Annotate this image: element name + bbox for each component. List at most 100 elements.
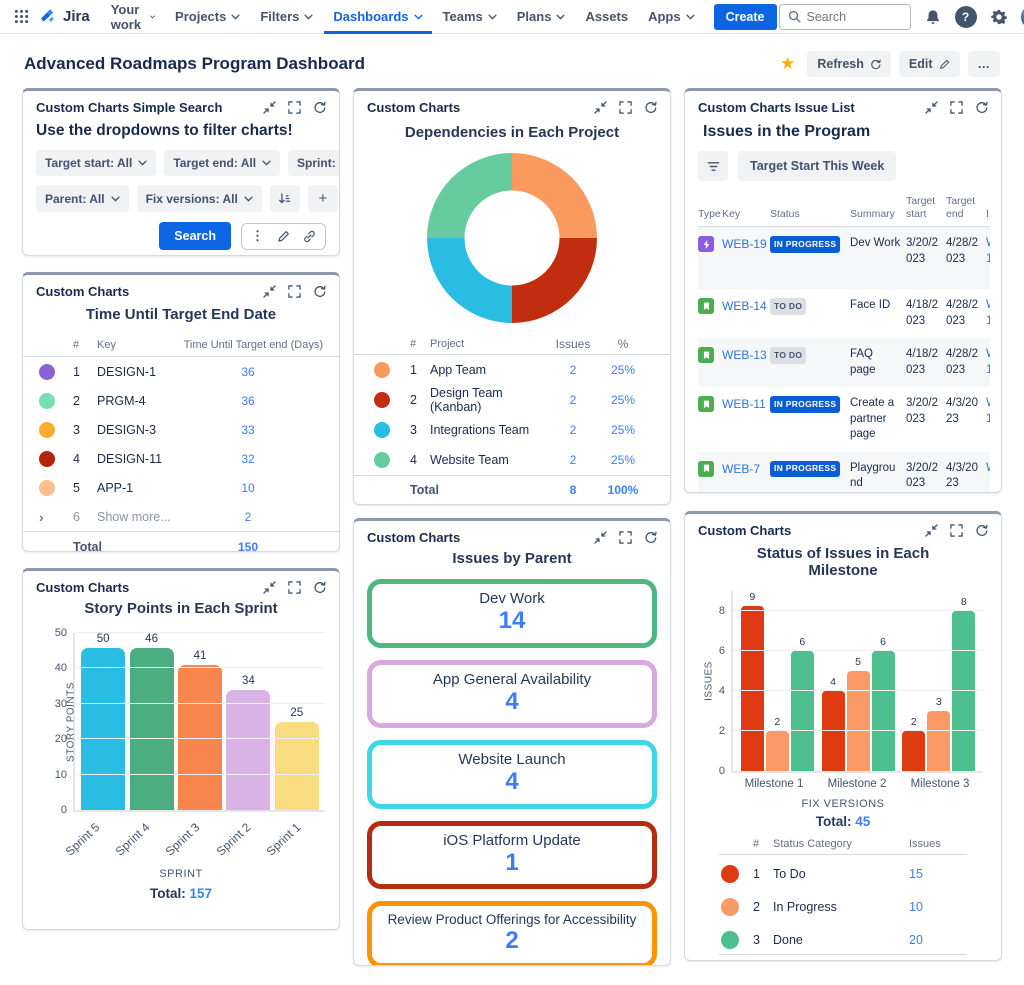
bar-value-label: 41 [194, 650, 207, 662]
notifications-bell-icon[interactable] [925, 9, 941, 25]
issue-row[interactable]: WEB-14 TO DO Face ID 4/18/2023 4/28/2023… [698, 289, 990, 338]
filter-target-start[interactable]: Target start: All [36, 150, 156, 176]
parent-card-review-accessibility[interactable]: Review Product Offerings for Accessibili… [367, 901, 657, 966]
fullscreen-icon[interactable] [288, 581, 301, 594]
add-filter-button[interactable]: + [308, 185, 338, 212]
refresh-icon[interactable] [313, 101, 326, 114]
favorite-star-icon[interactable]: ★ [780, 54, 795, 74]
minimize-icon[interactable] [263, 581, 276, 594]
fullscreen-icon[interactable] [619, 101, 632, 114]
filter-target-end[interactable]: Target end: All [164, 150, 280, 176]
widget-title: Custom Charts [367, 530, 460, 545]
bar-sprint-4[interactable] [130, 648, 174, 810]
bar-m2-inprogress[interactable] [847, 671, 870, 771]
filter-fix-versions[interactable]: Fix versions: All [137, 185, 262, 212]
global-search[interactable] [779, 4, 911, 30]
bar-m3-todo[interactable] [902, 731, 925, 771]
minimize-icon[interactable] [263, 285, 276, 298]
minimize-icon[interactable] [594, 531, 607, 544]
fullscreen-icon[interactable] [288, 285, 301, 298]
y-tick: 40 [55, 662, 67, 674]
settings-gear-icon[interactable] [991, 9, 1007, 25]
parent-card-dev-work[interactable]: Dev Work 14 [367, 579, 657, 648]
filter-parent[interactable]: Parent: All [36, 185, 129, 212]
app-switcher-icon[interactable] [14, 9, 29, 24]
minimize-icon[interactable] [594, 101, 607, 114]
legend-row: 1To Do15 [719, 859, 967, 888]
refresh-icon[interactable] [975, 101, 988, 114]
days-value[interactable]: 32 [173, 452, 323, 466]
issue-key-link[interactable]: WEB-13 [722, 347, 770, 363]
bar-sprint-2[interactable] [226, 690, 270, 810]
bar-m1-todo[interactable] [741, 606, 764, 771]
filter-icon [707, 160, 720, 173]
filter-button[interactable] [698, 151, 728, 181]
nav-dashboards[interactable]: Dashboards [324, 0, 431, 34]
create-button[interactable]: Create [714, 4, 777, 30]
sort-button[interactable] [270, 185, 300, 212]
saved-filter-pill[interactable]: Target Start This Week [738, 151, 896, 181]
issue-key-link[interactable]: WEB-7 [722, 461, 770, 477]
parent-card-app-ga[interactable]: App General Availability 4 [367, 660, 657, 729]
bar-m1-done[interactable] [791, 651, 814, 771]
nav-projects[interactable]: Projects [166, 0, 249, 34]
refresh-icon[interactable] [644, 531, 657, 544]
parent-card-ios-platform[interactable]: iOS Platform Update 1 [367, 821, 657, 890]
pencil-icon[interactable] [277, 230, 290, 243]
chart-total: Total: 157 [23, 886, 339, 901]
refresh-icon[interactable] [313, 285, 326, 298]
bar-sprint-5[interactable] [81, 648, 125, 810]
issue-row[interactable]: WEB-7 IN PROGRESS Playground 3/20/2023 4… [698, 452, 990, 493]
link-icon[interactable] [303, 230, 316, 243]
issue-row[interactable]: WEB-11 IN PROGRESS Create a partner page… [698, 387, 990, 452]
bar-sprint-1[interactable] [275, 722, 319, 811]
user-avatar[interactable] [1021, 5, 1024, 29]
issue-row[interactable]: WEB-19 IN PROGRESS Dev Work 3/20/2023 4/… [698, 227, 990, 289]
fullscreen-icon[interactable] [950, 101, 963, 114]
story-points-chart: 0 10 20 30 40 50 STORY POINTS 50 46 41 3… [73, 633, 325, 810]
bar-m1-inprogress[interactable] [766, 731, 789, 771]
chevron-down-icon [150, 14, 155, 20]
refresh-icon[interactable] [644, 101, 657, 114]
kebab-menu-icon[interactable]: ⋮ [251, 231, 264, 241]
issue-key-link[interactable]: WEB-11 [722, 396, 770, 412]
bar-m2-done[interactable] [872, 651, 895, 771]
fullscreen-icon[interactable] [950, 524, 963, 537]
nav-assets[interactable]: Assets [576, 0, 637, 34]
issue-row[interactable]: WEB-13 TO DO FAQ page 4/18/2023 4/28/202… [698, 338, 990, 387]
minimize-icon[interactable] [263, 101, 276, 114]
filter-sprint[interactable]: Sprint: All [288, 150, 340, 176]
more-options-button[interactable]: … [968, 51, 1001, 77]
nav-apps[interactable]: Apps [639, 0, 704, 34]
nav-filters[interactable]: Filters [251, 0, 322, 34]
minimize-icon[interactable] [925, 524, 938, 537]
nav-plans[interactable]: Plans [508, 0, 575, 34]
parent-card-website-launch[interactable]: Website Launch 4 [367, 740, 657, 809]
help-icon[interactable]: ? [955, 6, 977, 28]
fullscreen-icon[interactable] [288, 101, 301, 114]
days-value[interactable]: 36 [173, 394, 323, 408]
nav-teams[interactable]: Teams [434, 0, 506, 34]
fullscreen-icon[interactable] [619, 531, 632, 544]
edit-button[interactable]: Edit [899, 51, 960, 77]
chevron-down-icon [231, 14, 240, 20]
refresh-button[interactable]: Refresh [807, 51, 891, 77]
dependencies-donut-chart[interactable] [427, 153, 597, 323]
refresh-icon[interactable] [975, 524, 988, 537]
days-value[interactable]: 36 [173, 365, 323, 379]
table-row: 3DESIGN-333 [23, 415, 339, 444]
issue-key-link[interactable]: WEB-14 [722, 298, 770, 314]
bar-m3-inprogress[interactable] [927, 711, 950, 771]
nav-your-work[interactable]: Your work [102, 0, 164, 34]
days-value[interactable]: 33 [173, 423, 323, 437]
jira-logo[interactable]: Jira [39, 7, 90, 26]
days-value[interactable]: 10 [173, 481, 323, 495]
minimize-icon[interactable] [925, 101, 938, 114]
search-input[interactable] [807, 10, 897, 24]
refresh-icon[interactable] [313, 581, 326, 594]
table-row: 1App Team225% [354, 355, 670, 385]
search-button[interactable]: Search [159, 222, 231, 250]
issue-key-link[interactable]: WEB-19 [722, 236, 770, 252]
show-more-row[interactable]: ›6Show more...2 [23, 502, 339, 531]
chart-title: Issues by Parent [354, 550, 670, 567]
